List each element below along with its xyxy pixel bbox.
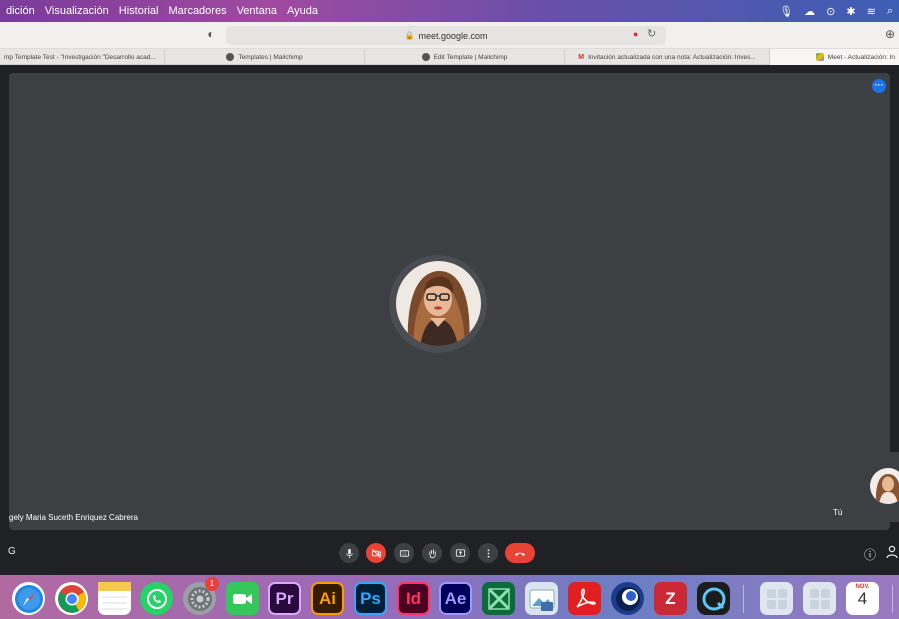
tab-mailchimp-test[interactable]: mp Template Test - "Investigación "Desar…: [0, 49, 165, 65]
screen-record-icon[interactable]: ⊙: [826, 5, 835, 18]
preview-icon[interactable]: [525, 582, 558, 615]
menu-historial[interactable]: Historial: [119, 5, 159, 17]
illustrator-icon[interactable]: Ai: [311, 582, 344, 615]
status-icons: 🎙 ☁ ⊙ ✱ ≋ ⌕: [779, 0, 893, 22]
menu-edicion[interactable]: dición: [6, 5, 35, 17]
tab-edit-template[interactable]: Edit Template | Mailchimp: [365, 49, 565, 65]
tab-title: Templates | Mailchimp: [238, 53, 303, 61]
reload-icon[interactable]: ↻: [647, 27, 656, 40]
tab-title: Edit Template | Mailchimp: [433, 53, 508, 61]
camera-off-icon: [371, 548, 381, 558]
captions-button[interactable]: CC: [394, 543, 414, 563]
photoshop-icon[interactable]: Ps: [354, 582, 387, 615]
tab-templates-mailchimp[interactable]: Templates | Mailchimp: [165, 49, 365, 65]
lock-icon: 🔒: [404, 31, 415, 40]
participant-name: gely Maria Suceth Enriquez Cabrera: [9, 513, 138, 522]
tab-title: mp Template Test - "Investigación "Desar…: [4, 53, 156, 61]
self-label: Tú: [833, 508, 843, 517]
acrobat-icon[interactable]: [568, 582, 601, 615]
more-options-button[interactable]: [478, 543, 498, 563]
folder-stack-icon[interactable]: [760, 582, 793, 615]
browser-toolbar: ◐ 🔒 meet.google.com ● ↻ ⊕: [0, 22, 899, 49]
chrome-icon[interactable]: [55, 582, 88, 615]
svg-text:CC: CC: [402, 551, 407, 555]
premiere-label: Pr: [275, 588, 294, 608]
more-options-icon[interactable]: ···: [872, 79, 886, 93]
downloads-stack-icon[interactable]: [803, 582, 836, 615]
more-vert-icon: [487, 548, 489, 558]
calendar-icon[interactable]: NOV. 4: [846, 582, 879, 615]
mic-in-use-icon[interactable]: ●: [633, 29, 638, 39]
mailchimp-icon: [421, 53, 430, 61]
illustrator-label: Ai: [319, 588, 336, 608]
after-effects-icon[interactable]: Ae: [439, 582, 472, 615]
meeting-code-label: G: [8, 546, 16, 557]
camera-off-button[interactable]: [366, 543, 386, 563]
tab-title: Meet - Actualización: In: [827, 53, 895, 61]
indesign-icon[interactable]: Id: [397, 582, 430, 615]
microphone-button[interactable]: [339, 543, 359, 563]
microphone-icon[interactable]: 🎙: [779, 5, 793, 18]
raise-hand-button[interactable]: [422, 543, 442, 563]
meeting-info-icon[interactable]: ⓘ: [864, 546, 876, 563]
dock-separator: [743, 585, 744, 613]
address-url: meet.google.com: [418, 30, 488, 41]
calendar-day: 4: [857, 589, 868, 608]
macos-menubar: dición Visualización Historial Marcadore…: [0, 0, 899, 22]
creative-cloud-icon[interactable]: ☁: [804, 5, 815, 18]
present-screen-button[interactable]: [450, 543, 470, 563]
facetime-icon[interactable]: [226, 582, 259, 615]
dock-separator: [892, 585, 893, 613]
search-icon[interactable]: ⌕: [887, 5, 893, 18]
tab-meet-active[interactable]: Meet - Actualización: In: [770, 49, 899, 65]
tab-gmail-invitation[interactable]: M Invitación actualizada con una nota: A…: [565, 49, 770, 65]
notes-icon[interactable]: [98, 582, 131, 615]
hang-up-icon: [514, 552, 526, 556]
photoshop-label: Ps: [360, 588, 381, 608]
tab-bar: mp Template Test - "Investigación "Desar…: [0, 49, 899, 65]
menu-ventana[interactable]: Ventana: [237, 5, 277, 17]
people-icon[interactable]: [886, 545, 899, 559]
wifi-icon[interactable]: ≋: [867, 5, 876, 18]
tab-title: Invitación actualizada con una nota: Act…: [588, 53, 756, 61]
leave-call-button[interactable]: [505, 543, 535, 563]
indesign-label: Id: [405, 588, 422, 608]
menu-ayuda[interactable]: Ayuda: [287, 5, 318, 17]
safari-icon[interactable]: [12, 582, 45, 615]
premiere-pro-icon[interactable]: Pr: [268, 582, 301, 615]
microphone-icon: [345, 548, 353, 558]
menu-visualizacion[interactable]: Visualización: [45, 5, 109, 17]
bluetooth-icon[interactable]: ✱: [846, 5, 855, 18]
notification-badge: 1: [205, 577, 219, 591]
whatsapp-icon[interactable]: [140, 582, 173, 615]
self-avatar: [870, 468, 899, 504]
present-icon: [455, 548, 465, 557]
captions-icon: CC: [399, 549, 409, 557]
address-bar[interactable]: 🔒 meet.google.com: [226, 26, 666, 45]
mailchimp-icon: [226, 53, 235, 61]
macos-dock: Pr Ai Ps Id Ae Z NOV. 4: [0, 575, 899, 619]
cinema-4d-icon[interactable]: [611, 582, 644, 615]
menu-marcadores[interactable]: Marcadores: [169, 5, 227, 17]
download-icon[interactable]: ⊕: [885, 27, 895, 41]
excel-icon[interactable]: [482, 582, 515, 615]
hand-icon: [428, 548, 436, 558]
google-meet-icon: [815, 53, 824, 61]
app-menus: dición Visualización Historial Marcadore…: [0, 5, 318, 17]
privacy-shield-icon[interactable]: ◐: [204, 27, 218, 41]
zotero-icon[interactable]: Z: [654, 582, 687, 615]
after-effects-label: Ae: [444, 588, 467, 608]
avatar: [396, 261, 481, 346]
quicktime-icon[interactable]: [697, 582, 730, 615]
gmail-icon: M: [578, 53, 585, 61]
